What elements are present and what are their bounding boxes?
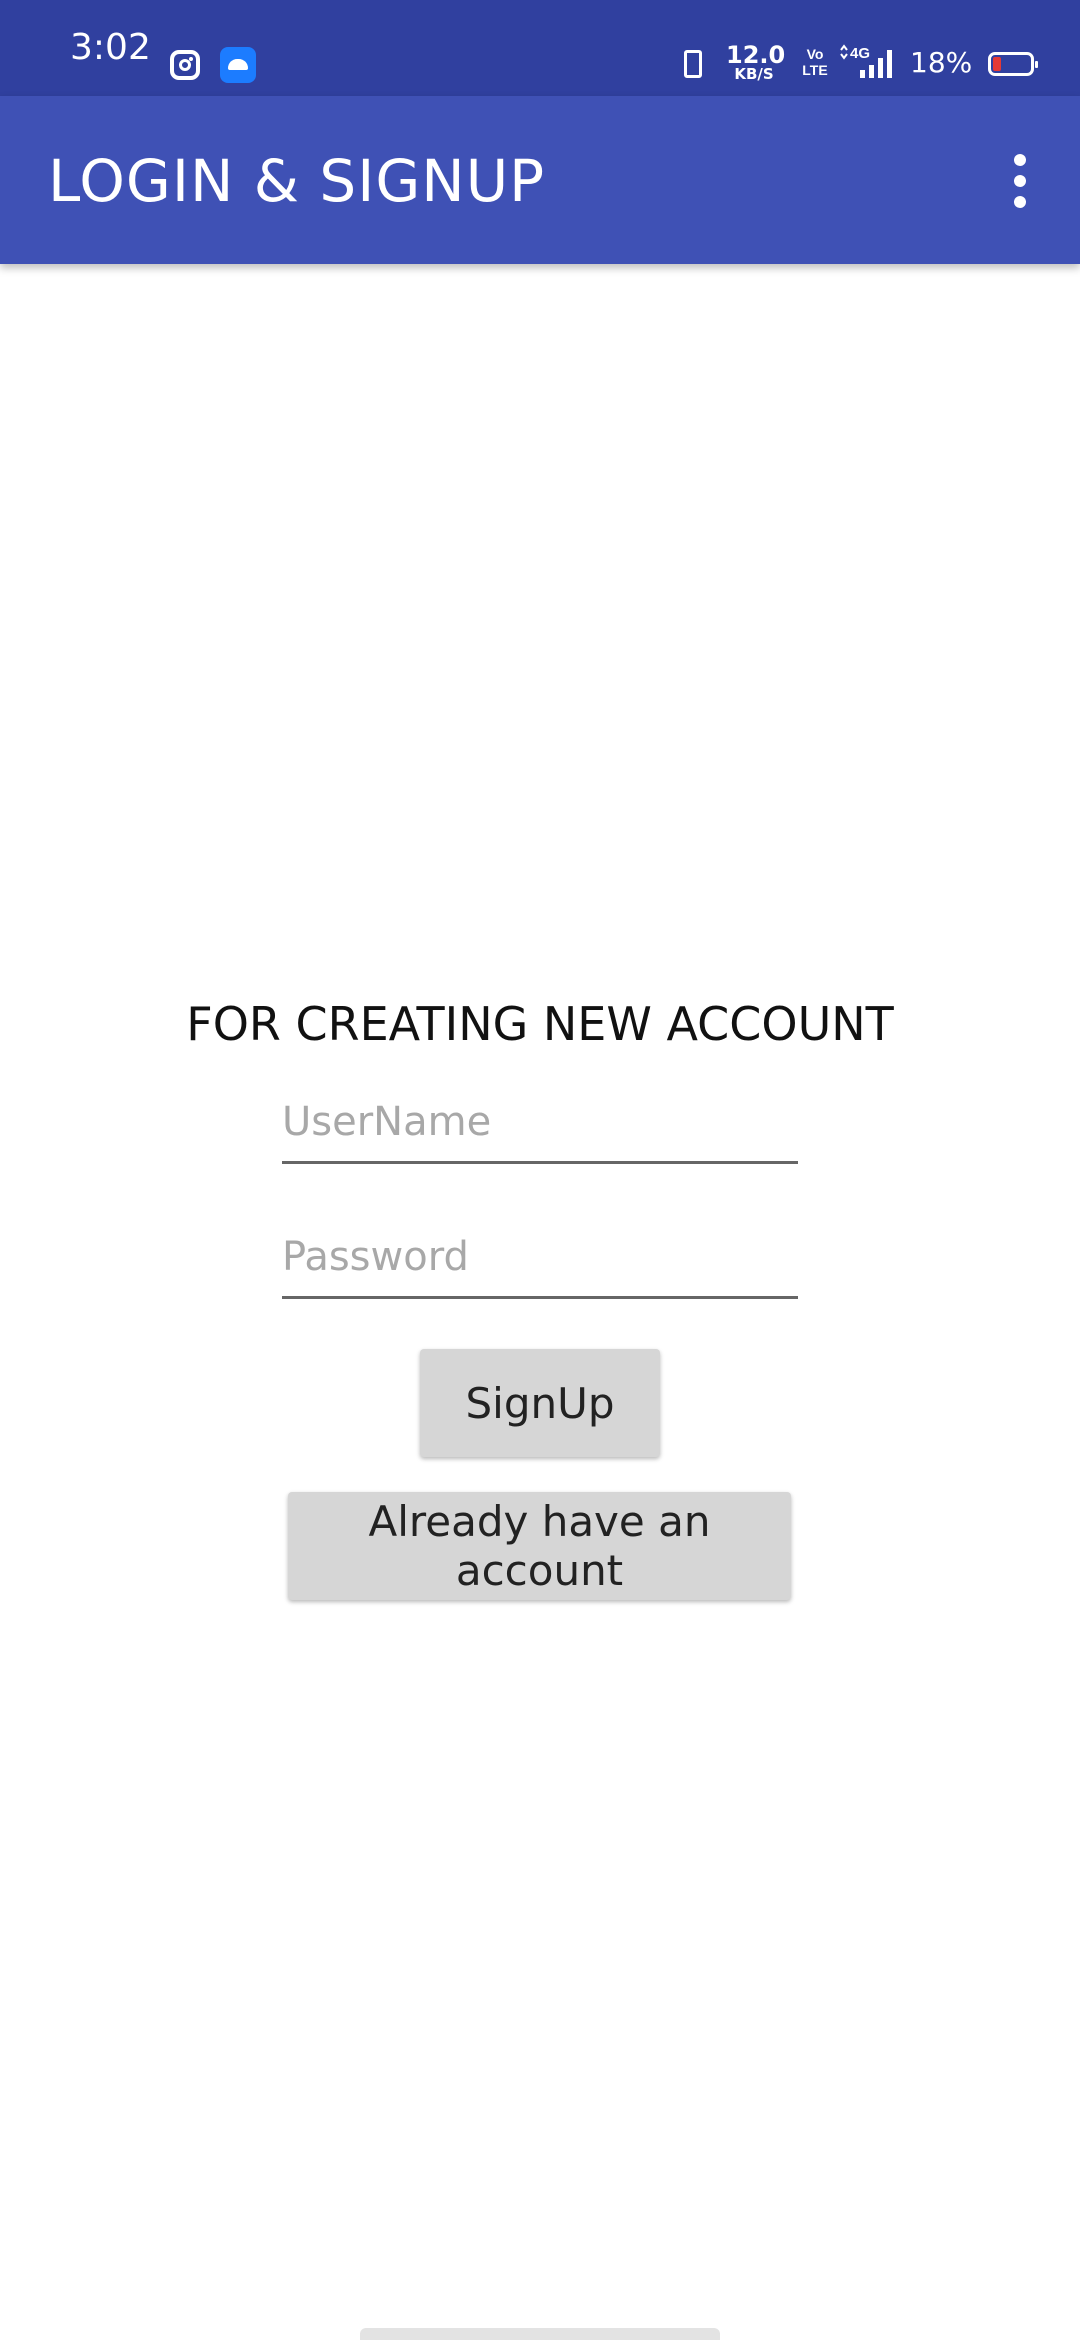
signup-button[interactable]: SignUp — [420, 1349, 660, 1457]
android-icon — [220, 47, 256, 83]
status-time: 3:02 — [70, 27, 151, 68]
app-title: LOGIN & SIGNUP — [48, 147, 546, 215]
network-type: 4G — [850, 45, 870, 62]
vibrate-icon — [684, 50, 702, 78]
volte-bottom: LTE — [802, 62, 828, 78]
status-bar: 3:02 12.0 KB/S Vo LTE 4G 18% — [0, 0, 1080, 96]
battery-icon — [988, 52, 1038, 76]
form-heading: FOR CREATING NEW ACCOUNT — [186, 997, 894, 1051]
signal-icon: 4G — [840, 44, 892, 78]
gesture-nav-handle[interactable] — [360, 2328, 720, 2340]
already-have-account-button[interactable]: Already have an account — [288, 1492, 791, 1600]
password-input[interactable] — [282, 1219, 798, 1295]
app-bar: LOGIN & SIGNUP — [0, 96, 1080, 264]
instagram-icon — [170, 50, 200, 80]
username-input[interactable] — [282, 1084, 798, 1160]
more-vert-icon[interactable] — [990, 146, 1050, 216]
username-field-container — [282, 1084, 798, 1164]
volte-top: Vo — [806, 46, 824, 62]
volte-icon: Vo LTE — [800, 46, 830, 78]
network-speed-unit: KB/S — [734, 65, 774, 83]
battery-percent: 18% — [910, 46, 973, 79]
password-field-container — [282, 1219, 798, 1299]
network-speed: 12.0 KB/S — [726, 43, 785, 83]
